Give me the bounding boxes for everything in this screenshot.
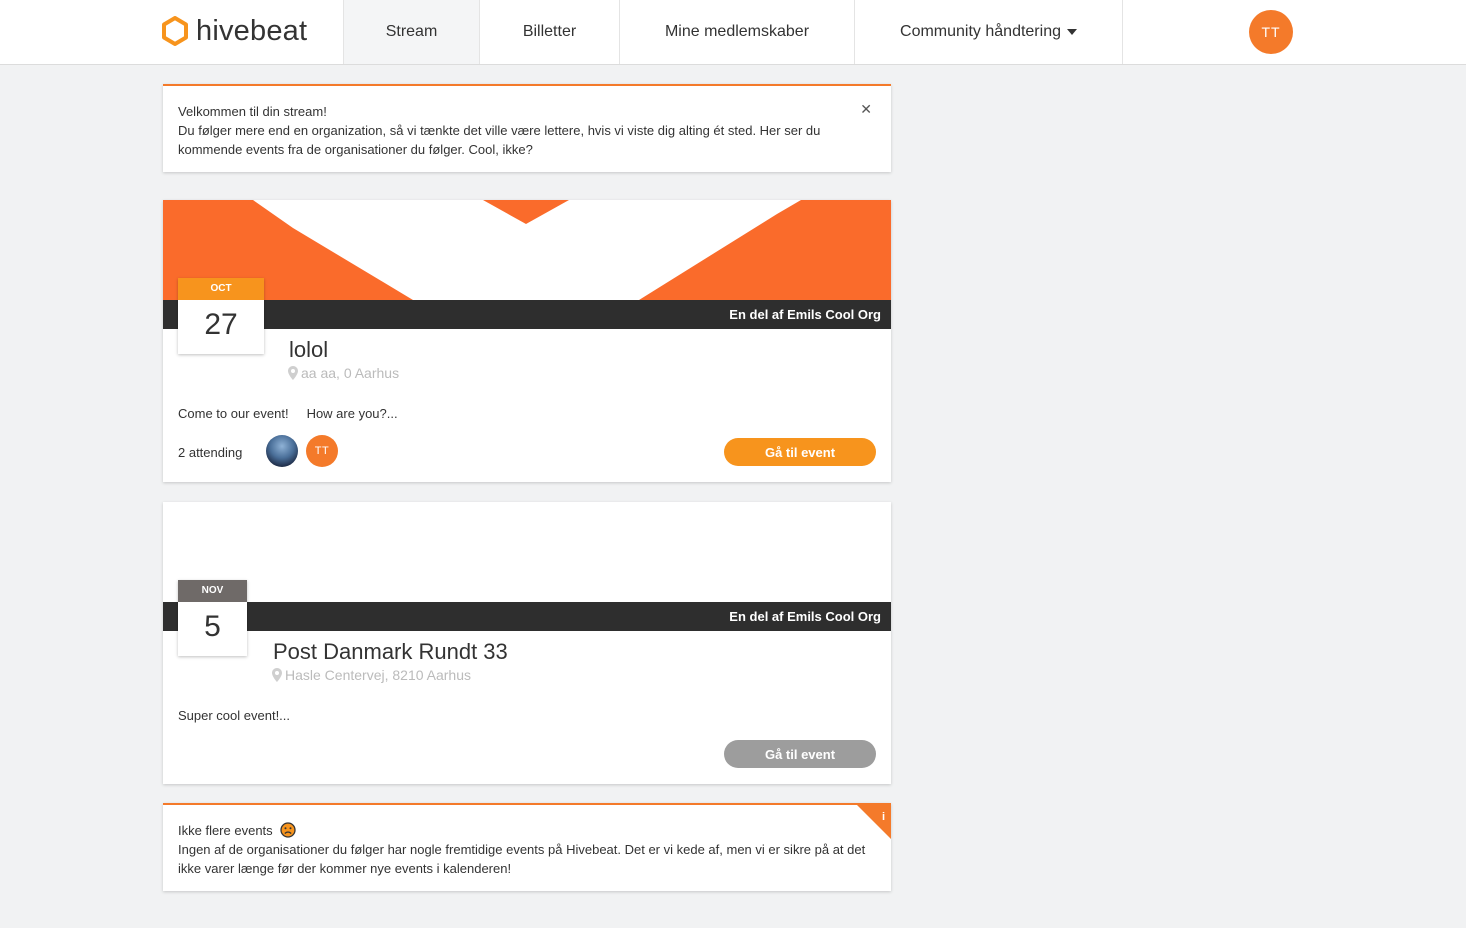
no-more-events-body: Ingen af de organisationer du følger har… [178, 842, 866, 876]
nav-tab-label: Mine medlemskaber [664, 23, 810, 40]
event-location-text: Hasle Centervej, 8210 Aarhus [285, 667, 471, 683]
nav-tab-community-handtering[interactable]: Community håndtering [854, 0, 1123, 64]
map-pin-icon [272, 668, 282, 682]
top-navigation-bar: hivebeat Stream Billetter Mine medlemska… [0, 0, 1466, 65]
nav-tab-mine-medlemskaber[interactable]: Mine medlemskaber [619, 0, 854, 64]
nav-tab-billetter[interactable]: Billetter [479, 0, 619, 64]
go-to-event-button[interactable]: Gå til event [724, 438, 876, 466]
event-description-line: Super cool event!... [178, 708, 291, 723]
event-location: aa aa, 0 Aarhus [288, 365, 399, 381]
nav-tab-label: Stream [385, 23, 438, 40]
banner-graphic [163, 200, 891, 300]
org-label: En del af Emils Cool Org [163, 300, 891, 329]
welcome-title: Velkommen til din stream! [178, 104, 327, 119]
nav-tab-label: Community håndtering [900, 23, 1061, 40]
event-card: En del af Emils Cool Org OCT 27 lolol aa… [163, 200, 891, 482]
welcome-body: Du følger mere end en organization, så v… [178, 123, 821, 157]
attendee-avatar[interactable]: TT [306, 435, 338, 467]
attending-count: 2 attending [178, 445, 243, 460]
user-avatar[interactable]: TT [1249, 10, 1293, 54]
no-more-events-notice: Ikke flere events Ingen af de organisati… [163, 803, 891, 891]
logo-text: hivebeat [196, 14, 308, 47]
hexagon-logo-icon [162, 16, 188, 46]
event-title[interactable]: lolol [289, 337, 328, 363]
welcome-notice: Velkommen til din stream! Du følger mere… [163, 84, 891, 172]
event-title[interactable]: Post Danmark Rundt 33 [273, 639, 508, 665]
event-month: NOV [178, 580, 247, 602]
no-more-events-title-text: Ikke flere events [178, 823, 273, 838]
nav-tab-label: Billetter [522, 23, 577, 40]
event-month: OCT [178, 278, 264, 300]
org-label: En del af Emils Cool Org [163, 602, 891, 631]
event-day: 5 [204, 610, 221, 643]
event-banner [163, 200, 891, 300]
attendee-avatar[interactable] [266, 435, 298, 467]
event-description-line: How are you?... [306, 406, 398, 421]
event-location: Hasle Centervej, 8210 Aarhus [272, 667, 471, 683]
event-date: OCT 27 [178, 278, 264, 354]
map-pin-icon [288, 366, 298, 380]
main-nav: Stream Billetter Mine medlemskaber Commu… [343, 0, 1123, 64]
event-card: En del af Emils Cool Org NOV 5 Post Danm… [163, 502, 891, 784]
event-date: NOV 5 [178, 580, 247, 656]
go-to-event-button[interactable]: Gå til event [724, 740, 876, 768]
info-corner [857, 805, 891, 839]
nav-tab-stream[interactable]: Stream [343, 0, 479, 64]
hivebeat-logo[interactable]: hivebeat [162, 14, 307, 48]
event-description: Super cool event!... [178, 708, 308, 723]
no-more-events-title: Ikke flere events [178, 821, 876, 840]
info-icon: i [881, 811, 885, 823]
event-description-line: Come to our event! [178, 406, 289, 421]
event-day: 27 [204, 308, 238, 341]
caret-down-icon [1066, 29, 1077, 35]
event-location-text: aa aa, 0 Aarhus [301, 365, 400, 381]
event-description: Come to our event! How are you?... [178, 406, 416, 421]
close-icon[interactable]: ✕ [860, 100, 872, 119]
sad-face-icon [280, 822, 296, 838]
